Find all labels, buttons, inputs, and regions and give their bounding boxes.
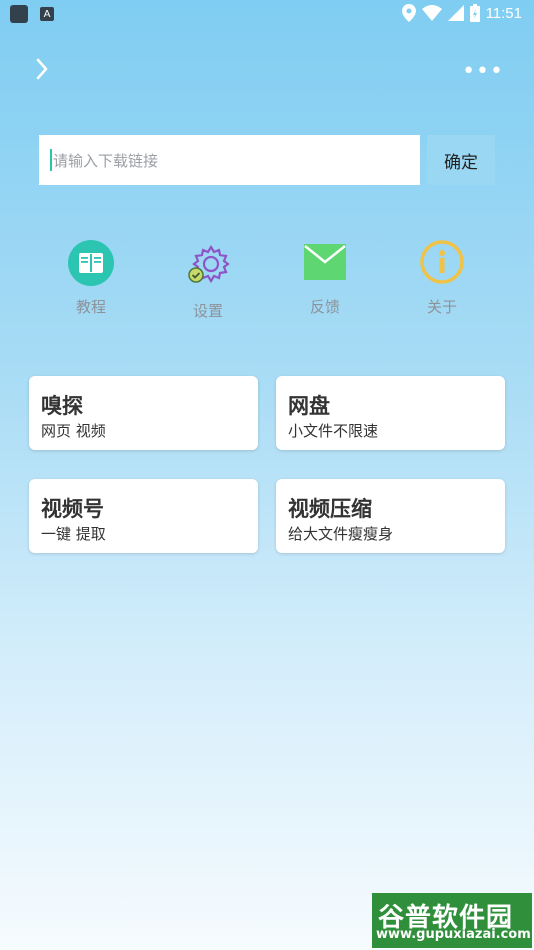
card-subtitle: 一键 提取 xyxy=(41,525,106,543)
battery-icon xyxy=(469,4,480,22)
link-input-placeholder: 请输入下载链接 xyxy=(53,152,159,170)
card-title: 视频压缩 xyxy=(288,497,372,521)
card-subtitle: 小文件不限速 xyxy=(288,422,379,440)
confirm-button[interactable]: 确定 xyxy=(427,135,495,185)
info-icon xyxy=(420,240,464,284)
mail-icon xyxy=(304,244,346,280)
card-video-account[interactable]: 视频号 一键 提取 xyxy=(29,479,258,553)
book-icon xyxy=(68,240,114,286)
shortcut-label: 设置 xyxy=(192,302,223,320)
shortcut-label: 关于 xyxy=(426,298,457,316)
text-cursor xyxy=(50,149,52,171)
card-video-compress[interactable]: 视频压缩 给大文件瘦瘦身 xyxy=(276,479,505,553)
link-input[interactable]: 请输入下载链接 xyxy=(39,135,420,185)
location-icon xyxy=(401,4,416,22)
wifi-icon xyxy=(421,5,442,21)
card-title: 嗅探 xyxy=(41,394,83,418)
shortcut-tutorial[interactable]: 教程 xyxy=(46,240,136,317)
card-netdisk[interactable]: 网盘 小文件不限速 xyxy=(276,376,505,450)
card-title: 视频号 xyxy=(41,497,104,521)
top-bar: ••• xyxy=(0,55,534,85)
shortcut-feedback[interactable]: 反馈 xyxy=(280,240,370,317)
signal-icon xyxy=(447,5,464,21)
watermark-url: www.gupuxiazai.com xyxy=(376,927,531,942)
card-sniff[interactable]: 嗅探 网页 视频 xyxy=(29,376,258,450)
a-notification-icon: A xyxy=(40,7,54,21)
watermark-logo: 谷普软件园 www.gupuxiazai.com xyxy=(372,893,532,948)
status-bar: A 11:51 xyxy=(0,0,534,28)
app-notification-icon xyxy=(10,5,28,23)
shortcut-label: 教程 xyxy=(75,298,106,316)
clock: 11:51 xyxy=(485,4,522,22)
more-options-icon[interactable]: ••• xyxy=(462,59,504,84)
card-subtitle: 给大文件瘦瘦身 xyxy=(288,525,394,543)
gear-icon xyxy=(188,244,230,284)
chevron-right-icon[interactable] xyxy=(30,55,54,83)
card-subtitle: 网页 视频 xyxy=(41,422,106,440)
shortcut-label: 反馈 xyxy=(309,298,340,316)
shortcut-settings[interactable]: 设置 xyxy=(163,240,253,321)
shortcut-about[interactable]: 关于 xyxy=(397,240,487,317)
card-title: 网盘 xyxy=(288,394,330,418)
